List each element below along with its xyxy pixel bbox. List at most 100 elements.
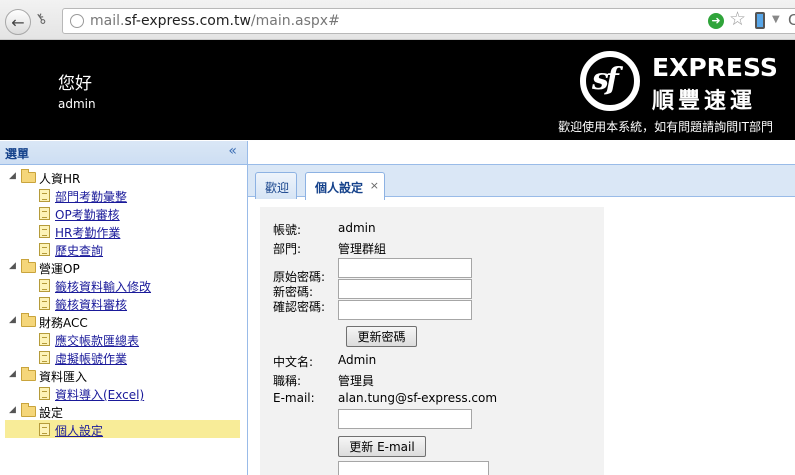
- document-icon: [39, 423, 50, 436]
- confirm-password-input[interactable]: [338, 300, 472, 320]
- tree-item-personal-settings[interactable]: 個人設定: [0, 420, 247, 438]
- expand-triangle-icon[interactable]: ◢: [9, 405, 16, 415]
- bookmark-star-icon[interactable]: ☆: [729, 9, 746, 29]
- email-label: E-mail:: [273, 391, 315, 405]
- collapse-double-chevron-icon[interactable]: «: [228, 143, 237, 159]
- menu-tree: ◢ 人資HR 部門考勤彙整 OP考勤審核 HR考勤作業 歷史查詢 ◢ 營運OP: [0, 168, 247, 438]
- confirm-password-label: 確認密碼:: [273, 300, 326, 314]
- main-panel: 歡迎 個人設定 × 帳號: admin 部門: 管理群組 原始密碼: 新密碼: …: [248, 141, 795, 475]
- go-icon[interactable]: ➜: [708, 13, 724, 29]
- chinese-name-label: 中文名:: [273, 355, 314, 369]
- tree-item-label[interactable]: OP考勤審核: [55, 206, 120, 223]
- document-icon: [39, 279, 50, 292]
- chinese-name-value: Admin: [338, 353, 377, 367]
- department-label: 部門:: [273, 242, 302, 256]
- globe-icon: [70, 14, 84, 28]
- document-icon: [39, 225, 50, 238]
- tab-personal-settings[interactable]: 個人設定 ×: [305, 172, 385, 200]
- tab-label: 歡迎: [265, 181, 290, 195]
- document-icon: [39, 243, 50, 256]
- tree-item-department-attendance[interactable]: 部門考勤彙整: [0, 186, 247, 204]
- tree-group-op[interactable]: ◢ 營運OP: [0, 258, 247, 276]
- tree-item-label[interactable]: 資料導入(Excel): [55, 386, 144, 403]
- tree-item-signoff-review[interactable]: 籤核資料審核: [0, 294, 247, 312]
- document-icon: [39, 207, 50, 220]
- tree-group-label: 營運OP: [39, 262, 80, 276]
- sidebar-title: 選單: [5, 147, 30, 161]
- job-title-value: 管理員: [338, 374, 375, 388]
- brand-name-en: EXPRESS: [652, 53, 778, 82]
- welcome-note: 歡迎使用本系統，如有問題請詢問IT部門: [558, 120, 773, 134]
- tree-item-label[interactable]: 部門考勤彙整: [55, 188, 127, 205]
- document-icon: [39, 351, 50, 364]
- tab-strip: 歡迎 個人設定 ×: [248, 164, 795, 200]
- tree-item-label[interactable]: 個人設定: [55, 422, 103, 439]
- tree-item-label[interactable]: 應交帳款匯總表: [55, 332, 139, 349]
- tree-item-excel-import[interactable]: 資料導入(Excel): [0, 384, 247, 402]
- account-value: admin: [338, 221, 376, 235]
- document-icon: [39, 333, 50, 346]
- folder-open-icon: [21, 313, 36, 327]
- account-label: 帳號:: [273, 223, 302, 237]
- job-title-label: 職稱:: [273, 374, 302, 388]
- tree-item-hr-attendance[interactable]: HR考勤作業: [0, 222, 247, 240]
- dropdown-arrow-icon[interactable]: ▼: [772, 14, 780, 25]
- expand-triangle-icon[interactable]: ◢: [9, 369, 16, 379]
- address-bar[interactable]: mail.sf-express.com.tw/main.aspx#: [62, 8, 795, 34]
- tree-group-settings[interactable]: ◢ 設定: [0, 402, 247, 420]
- tree-item-payables-summary[interactable]: 應交帳款匯總表: [0, 330, 247, 348]
- new-password-input[interactable]: [338, 279, 472, 299]
- username-text: admin: [58, 97, 96, 111]
- tree-item-label[interactable]: 虛擬帳號作業: [55, 350, 127, 367]
- folder-open-icon: [21, 367, 36, 381]
- document-icon: [39, 189, 50, 202]
- browser-toolbar: ← ⚷ mail.sf-express.com.tw/main.aspx# ➜ …: [0, 0, 795, 40]
- tab-label: 個人設定: [315, 181, 364, 195]
- old-password-input[interactable]: [338, 258, 472, 278]
- tree-item-op-attendance-review[interactable]: OP考勤審核: [0, 204, 247, 222]
- tree-group-label: 資料匯入: [39, 370, 88, 384]
- tree-group-label: 人資HR: [39, 172, 81, 186]
- email-input[interactable]: [338, 409, 472, 429]
- tree-group-acc[interactable]: ◢ 財務ACC: [0, 312, 247, 330]
- update-password-button[interactable]: 更新密碼: [346, 326, 417, 347]
- department-value: 管理群組: [338, 242, 387, 256]
- folder-open-icon: [21, 403, 36, 417]
- document-icon: [39, 297, 50, 310]
- tree-group-label: 設定: [39, 406, 64, 420]
- key-icon[interactable]: ⚷: [32, 10, 50, 29]
- tree-group-label: 財務ACC: [39, 316, 88, 330]
- tree-item-label[interactable]: HR考勤作業: [55, 224, 120, 241]
- expand-triangle-icon[interactable]: ◢: [9, 171, 16, 181]
- back-button[interactable]: ←: [5, 9, 31, 35]
- tree-group-hr[interactable]: ◢ 人資HR: [0, 168, 247, 186]
- reload-icon[interactable]: C: [788, 11, 795, 29]
- expand-triangle-icon[interactable]: ◢: [9, 261, 16, 271]
- app-header: 您好 admin sf EXPRESS 順豐速運 歡迎使用本系統，如有問題請詢問…: [0, 40, 795, 140]
- extra-input[interactable]: [338, 461, 489, 475]
- greeting-text: 您好: [58, 74, 92, 94]
- folder-open-icon: [21, 169, 36, 183]
- tree-item-signoff-input[interactable]: 籤核資料輸入修改: [0, 276, 247, 294]
- sidebar-menu: 選單 « ◢ 人資HR 部門考勤彙整 OP考勤審核 HR考勤作業 歷史查詢 ◢: [0, 141, 248, 475]
- brand-name-zh: 順豐速運: [652, 89, 757, 114]
- update-email-button[interactable]: 更新 E-mail: [338, 436, 426, 457]
- close-icon[interactable]: ×: [370, 179, 379, 192]
- tree-group-import[interactable]: ◢ 資料匯入: [0, 366, 247, 384]
- tree-item-label[interactable]: 籤核資料輸入修改: [55, 278, 151, 295]
- personal-settings-form: 帳號: admin 部門: 管理群組 原始密碼: 新密碼: 確認密碼: 更新密碼…: [260, 207, 604, 475]
- expand-triangle-icon[interactable]: ◢: [9, 315, 16, 325]
- tree-item-label[interactable]: 籤核資料審核: [55, 296, 127, 313]
- mobile-device-icon[interactable]: [755, 12, 765, 29]
- tab-welcome[interactable]: 歡迎: [255, 172, 297, 199]
- sf-logo-icon: sf: [580, 51, 640, 111]
- url-text: mail.sf-express.com.tw/main.aspx#: [90, 13, 340, 29]
- sidebar-header: 選單 «: [0, 141, 247, 165]
- arrow-left-icon: ←: [11, 12, 25, 32]
- tree-item-history-query[interactable]: 歷史查詢: [0, 240, 247, 258]
- document-icon: [39, 387, 50, 400]
- tree-item-virtual-account[interactable]: 虛擬帳號作業: [0, 348, 247, 366]
- email-value: alan.tung@sf-express.com: [338, 391, 498, 405]
- folder-open-icon: [21, 259, 36, 273]
- tree-item-label[interactable]: 歷史查詢: [55, 242, 103, 259]
